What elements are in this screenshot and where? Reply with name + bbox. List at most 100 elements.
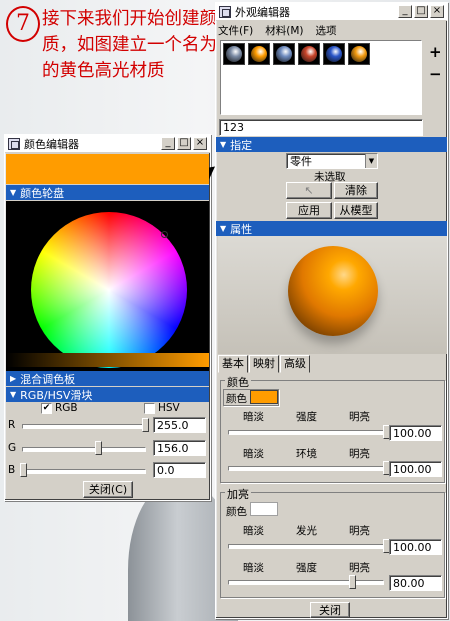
r-label: R [8, 419, 16, 431]
assign-section-header[interactable]: ▼ 指定 [216, 137, 447, 152]
material-ball-icon [226, 46, 242, 62]
clear-button[interactable]: 清除 [334, 182, 378, 199]
bright-label: 明亮 [349, 525, 370, 537]
current-color-preview [6, 154, 209, 184]
expand-triangle-icon: ▶ [10, 374, 17, 383]
tab-advanced[interactable]: 高级 [280, 355, 310, 373]
intensity-field[interactable]: 100.00 [389, 425, 442, 441]
tab-bar: 基本 映射 高级 [218, 355, 447, 373]
hsv-checkbox[interactable] [144, 403, 155, 414]
assign-select-value: 零件 [290, 155, 312, 168]
color-group-title: 颜色 [225, 374, 251, 390]
material-swatch[interactable] [348, 43, 370, 65]
menu-material[interactable]: 材料(M) [265, 23, 303, 39]
tab-basic[interactable]: 基本 [218, 355, 248, 373]
bright-label: 明亮 [349, 562, 370, 574]
window-icon [219, 5, 231, 18]
tab-mapping[interactable]: 映射 [249, 355, 279, 373]
highlight-group-title: 加亮 [225, 486, 251, 502]
glow-slider-track[interactable] [228, 544, 384, 549]
hsv-label: HSV [158, 402, 180, 414]
material-swatch[interactable] [323, 43, 345, 65]
minimize-button[interactable]: _ [161, 137, 175, 150]
select-arrow-button[interactable]: ↖ [286, 182, 332, 199]
r-slider-track[interactable] [22, 424, 146, 429]
color-editor-titlebar[interactable]: 颜色编辑器 _ □ × [5, 135, 210, 153]
apply-button[interactable]: 应用 [286, 202, 332, 219]
close-button[interactable]: 关闭 [310, 602, 350, 618]
hl-intensity-label: 强度 [296, 562, 317, 574]
b-slider-track[interactable] [22, 469, 146, 474]
color-swatch[interactable] [250, 390, 278, 404]
material-swatch[interactable] [248, 43, 270, 65]
r-slider-thumb[interactable] [142, 418, 149, 432]
hl-intensity-slider-thumb[interactable] [349, 575, 356, 589]
material-ball-icon [301, 46, 317, 62]
material-swatch[interactable] [298, 43, 320, 65]
window-title: 颜色编辑器 [24, 137, 79, 151]
maximize-button[interactable]: □ [177, 137, 191, 150]
color-wheel-area [6, 201, 209, 371]
swatch-row [223, 43, 373, 65]
bright-label: 明亮 [349, 411, 370, 423]
window-title: 外观编辑器 [235, 5, 290, 19]
dim-label: 暗淡 [243, 562, 264, 574]
material-name-field[interactable]: 123 [219, 119, 423, 136]
hl-intensity-field[interactable]: 80.00 [389, 575, 442, 591]
rgb-checkbox[interactable]: ✔ [41, 403, 52, 414]
material-ball-icon [326, 46, 342, 62]
close-icon[interactable]: × [430, 5, 444, 18]
color-wheel-section-header[interactable]: ▼ 颜色轮盘 [6, 185, 209, 200]
material-ball-icon [351, 46, 367, 62]
material-swatch[interactable] [273, 43, 295, 65]
intensity-slider-track[interactable] [228, 430, 384, 435]
material-ball-icon [251, 46, 267, 62]
intensity-label: 强度 [296, 411, 317, 423]
b-slider-thumb[interactable] [20, 463, 27, 477]
properties-section-header[interactable]: ▼ 属性 [216, 221, 447, 236]
g-slider-thumb[interactable] [95, 441, 102, 455]
maximize-button[interactable]: □ [414, 5, 428, 18]
menu-options[interactable]: 选项 [316, 23, 337, 39]
mixer-section-header[interactable]: ▶ 混合调色板 [6, 371, 209, 386]
highlight-color-swatch[interactable] [250, 502, 278, 516]
material-sphere-preview [288, 246, 378, 336]
rgbhsv-section-label: RGB/HSV滑块 [20, 388, 93, 402]
color-editor-window: 颜色编辑器 _ □ × ▼ 颜色轮盘 ▶ 混合调色板 ▼ RGB/HSV滑块 ✔… [4, 134, 211, 501]
hl-intensity-slider-track[interactable] [228, 580, 384, 585]
appearance-editor-window: 外观编辑器 _ □ × 文件(F) 材料(M) 选项 + − 123 ▼ 指定 … [215, 2, 448, 619]
r-field[interactable]: 255.0 [153, 417, 206, 433]
collapse-triangle-icon: ▼ [220, 224, 227, 233]
rgbhsv-section-header[interactable]: ▼ RGB/HSV滑块 [6, 387, 209, 402]
assign-section-label: 指定 [230, 138, 253, 152]
from-model-button[interactable]: 从模型 [334, 202, 378, 219]
material-swatch[interactable] [223, 43, 245, 65]
remove-material-button[interactable]: − [429, 65, 442, 83]
brightness-bar[interactable] [6, 353, 209, 367]
ambient-slider-track[interactable] [228, 466, 384, 471]
minimize-button[interactable]: _ [398, 5, 412, 18]
menu-file[interactable]: 文件(F) [218, 23, 253, 39]
b-field[interactable]: 0.0 [153, 462, 206, 478]
ambient-field[interactable]: 100.00 [389, 461, 442, 477]
material-palette [220, 40, 422, 115]
glow-field[interactable]: 100.00 [389, 539, 442, 555]
color-wheel-cursor[interactable] [161, 231, 168, 238]
g-field[interactable]: 156.0 [153, 440, 206, 456]
g-slider-track[interactable] [22, 447, 146, 452]
color-wheel-section-label: 颜色轮盘 [20, 186, 65, 200]
menu-bar: 文件(F) 材料(M) 选项 [218, 23, 337, 39]
add-material-button[interactable]: + [429, 43, 442, 61]
step-number: 7 [6, 6, 40, 42]
close-button[interactable]: 关闭(C) [83, 481, 133, 498]
close-icon[interactable]: × [193, 137, 207, 150]
dim-label: 暗淡 [243, 525, 264, 537]
appearance-editor-titlebar[interactable]: 外观编辑器 _ □ × [216, 3, 447, 21]
properties-section-label: 属性 [230, 222, 253, 236]
assign-select[interactable]: 零件 ▼ [286, 153, 378, 169]
instruction-annotation: 7 接下来我们开始创建颜色材质，如图建立一个名为123的黄色高光材质 [4, 4, 252, 124]
color-label: 颜色 [226, 393, 247, 405]
rgb-label: RGB [55, 402, 78, 414]
bright-label: 明亮 [349, 448, 370, 460]
collapse-triangle-icon: ▼ [10, 188, 17, 197]
